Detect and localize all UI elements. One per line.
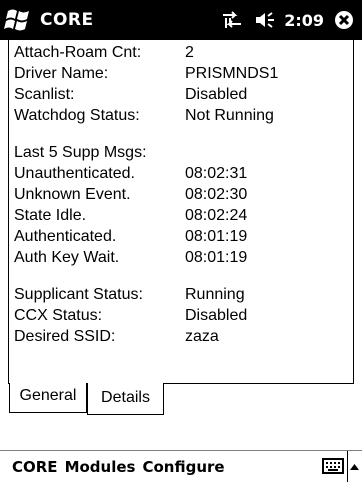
detail-value: Not Running xyxy=(185,107,274,124)
keyboard-icon[interactable] xyxy=(322,457,344,475)
supp-msg-time: 08:02:31 xyxy=(185,165,248,182)
app-title: CORE xyxy=(40,10,94,30)
detail-label: Scanlist: xyxy=(14,86,75,103)
detail-label: CCX Status: xyxy=(14,307,103,324)
supp-msg-row: State Idle. 08:02:24 xyxy=(9,205,353,226)
detail-value: zaza xyxy=(185,328,219,345)
title-bar: CORE 2:09 xyxy=(0,0,362,40)
detail-value: Disabled xyxy=(185,307,248,324)
detail-value: 2 xyxy=(185,44,194,61)
speaker-icon[interactable] xyxy=(254,0,278,40)
detail-value: Disabled xyxy=(185,86,248,103)
system-tray: 2:09 xyxy=(220,0,362,40)
details-panel: Attach-Roam Cnt: 2 Driver Name: PRISMNDS… xyxy=(8,40,354,384)
supp-msg-row: Authenticated. 08:01:19 xyxy=(9,226,353,247)
tab-details[interactable]: Details xyxy=(87,383,164,415)
menu-modules[interactable]: Modules xyxy=(65,458,136,476)
supp-msg-row: Unauthenticated. 08:02:31 xyxy=(9,163,353,184)
supp-msg-label: Unknown Event. xyxy=(14,186,131,203)
detail-row: Watchdog Status: Not Running xyxy=(9,105,353,126)
menu-core[interactable]: CORE xyxy=(12,458,58,476)
supp-msg-time: 08:02:24 xyxy=(185,207,248,224)
supp-msg-row: Unknown Event. 08:02:30 xyxy=(9,184,353,205)
tab-general[interactable]: General xyxy=(9,383,87,413)
detail-label: Driver Name: xyxy=(14,65,109,82)
section-header: Last 5 Supp Msgs: xyxy=(9,142,353,163)
supp-msg-label: Auth Key Wait. xyxy=(14,249,120,266)
close-icon[interactable] xyxy=(334,0,354,40)
detail-row: CCX Status: Disabled xyxy=(9,305,353,326)
supp-msgs-header: Last 5 Supp Msgs: xyxy=(14,144,147,161)
detail-row: Attach-Roam Cnt: 2 xyxy=(9,42,353,63)
supp-msg-label: State Idle. xyxy=(14,207,87,224)
detail-row: Scanlist: Disabled xyxy=(9,84,353,105)
menu-configure[interactable]: Configure xyxy=(142,458,224,476)
windows-flag-icon xyxy=(4,9,29,31)
detail-label: Desired SSID: xyxy=(14,328,116,345)
supp-msg-time: 08:01:19 xyxy=(185,228,248,245)
supp-msg-label: Unauthenticated. xyxy=(14,165,135,182)
detail-value: PRISMNDS1 xyxy=(185,65,279,82)
clock[interactable]: 2:09 xyxy=(284,11,324,30)
detail-label: Supplicant Status: xyxy=(14,286,143,303)
supp-msg-time: 08:01:19 xyxy=(185,249,248,266)
detail-value: Running xyxy=(185,286,245,303)
connectivity-icon[interactable] xyxy=(220,0,244,40)
supp-msg-time: 08:02:30 xyxy=(185,186,248,203)
arrow-up-icon[interactable] xyxy=(347,451,360,482)
detail-label: Attach-Roam Cnt: xyxy=(14,44,142,61)
supp-msg-row: Auth Key Wait. 08:01:19 xyxy=(9,247,353,268)
detail-row: Supplicant Status: Running xyxy=(9,284,353,305)
start-button[interactable] xyxy=(0,0,36,40)
detail-row: Driver Name: PRISMNDS1 xyxy=(9,63,353,84)
detail-row: Desired SSID: zaza xyxy=(9,326,353,347)
detail-label: Watchdog Status: xyxy=(14,107,140,124)
supp-msg-label: Authenticated. xyxy=(14,228,117,245)
menu-bar: CORE Modules Configure xyxy=(0,450,362,482)
